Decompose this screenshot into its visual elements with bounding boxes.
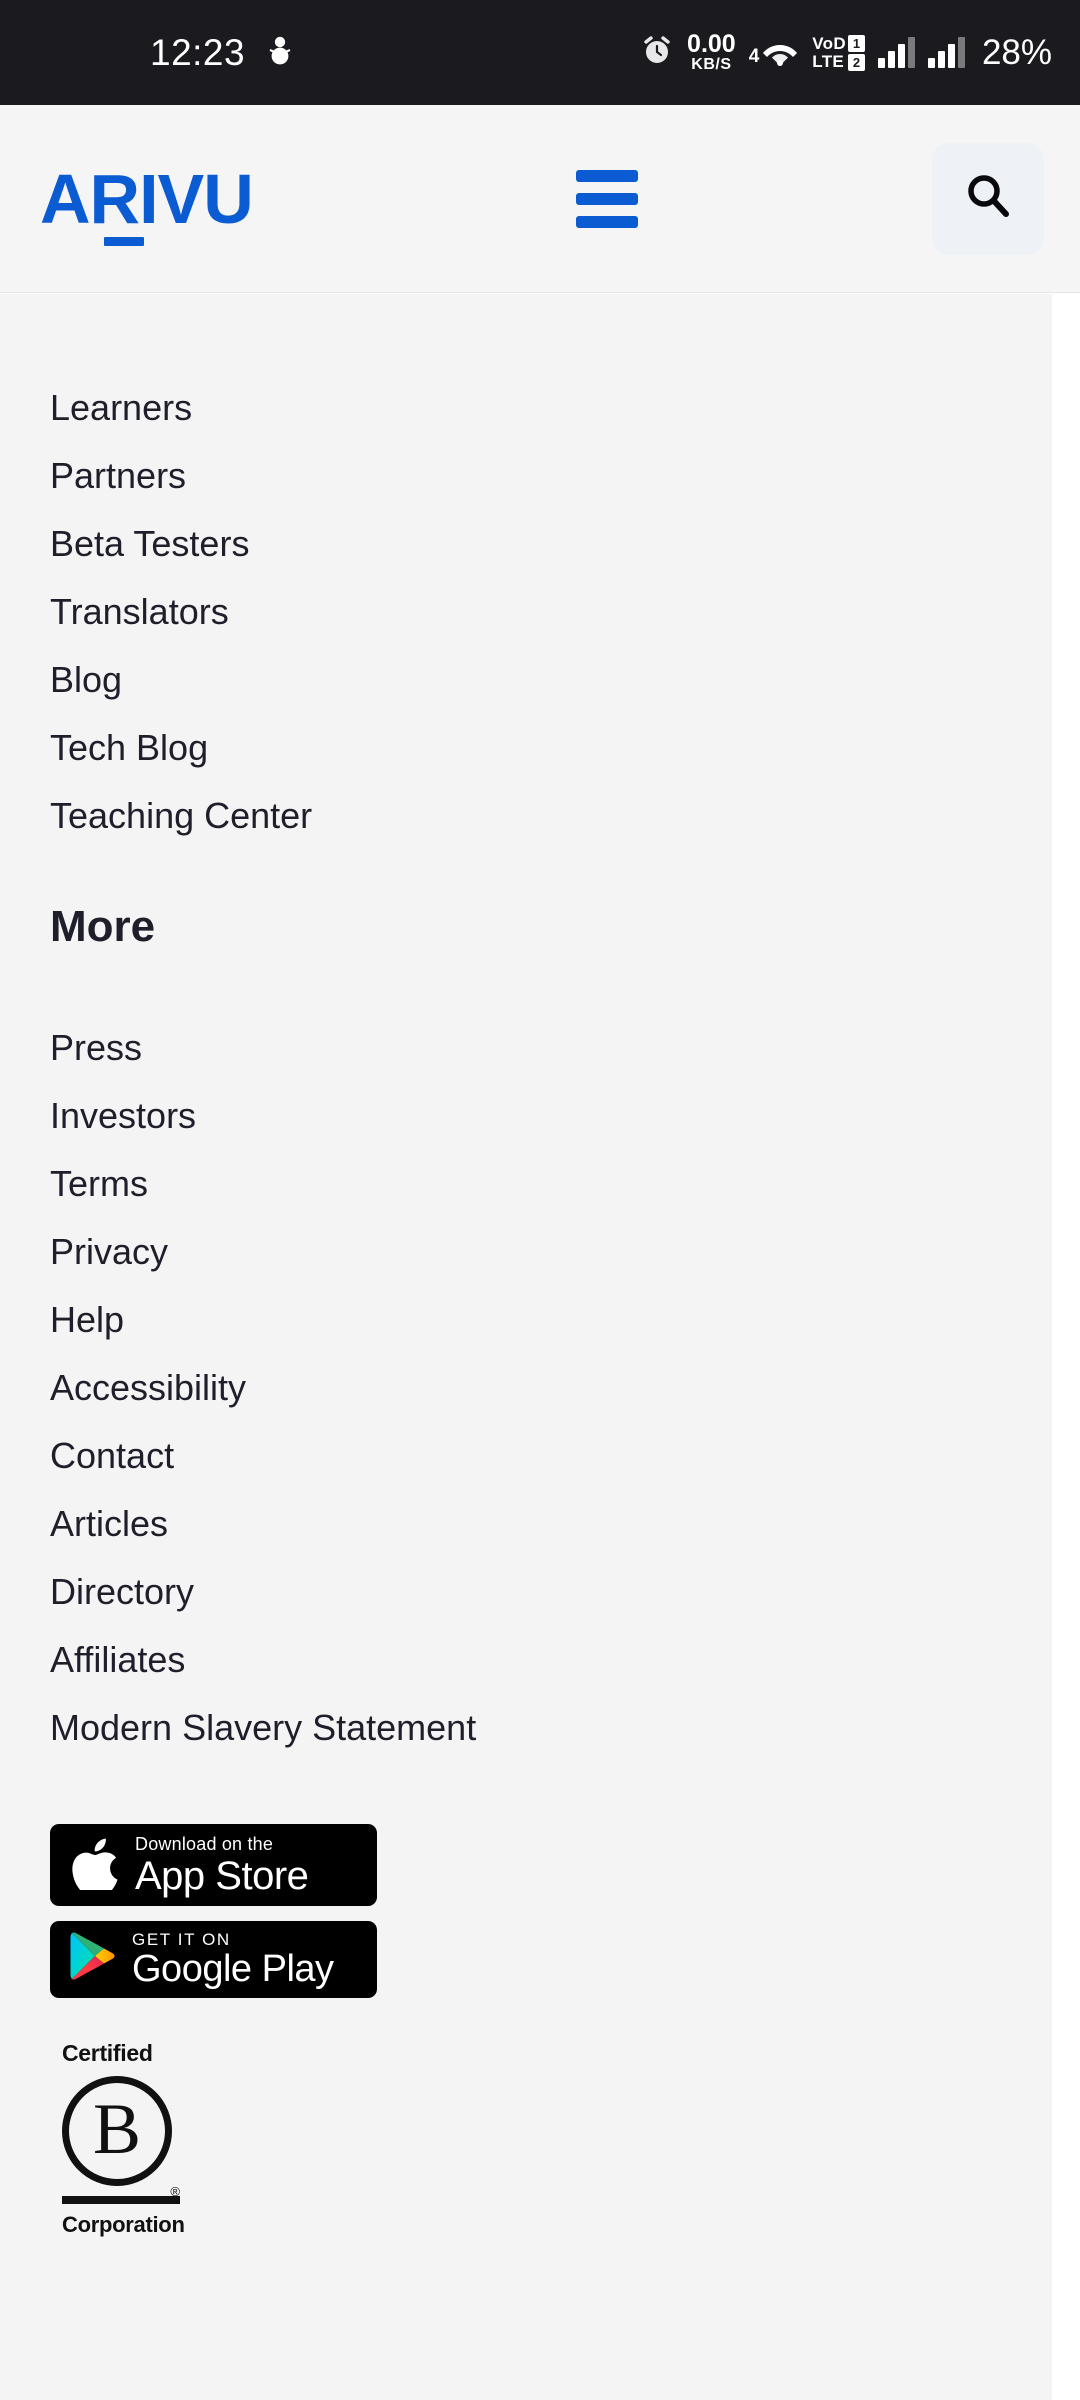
google-play-badge-title: Google Play	[132, 1948, 334, 1990]
bcorp-letter: B	[92, 2089, 142, 2169]
nav-link-directory[interactable]: Directory	[0, 1558, 1052, 1626]
nav-link-accessibility[interactable]: Accessibility	[0, 1354, 1052, 1422]
site-logo-text: ARIVU	[40, 159, 254, 238]
search-icon	[961, 169, 1015, 228]
google-play-badge[interactable]: GET IT ON Google Play	[50, 1921, 377, 1998]
nav-link-help[interactable]: Help	[0, 1286, 1052, 1354]
apple-logo-icon	[72, 1836, 118, 1895]
nav-link-contact[interactable]: Contact	[0, 1422, 1052, 1490]
wifi-band-label: 4	[748, 45, 760, 67]
b-corporation-logo[interactable]: Certified B ® Corporation	[0, 2040, 185, 2238]
nav-link-blog[interactable]: Blog	[0, 646, 1052, 714]
bcorp-circle-icon: B	[62, 2076, 172, 2186]
hamburger-bar	[576, 192, 638, 205]
sim2-badge: 2	[847, 53, 865, 71]
nav-link-learners[interactable]: Learners	[0, 374, 1052, 442]
app-store-badge-subtitle: Download on the	[135, 1833, 274, 1854]
phone-screen: 12:23 0.00 KB/S 4 VoD LTE 1 2 28% ARIVU …	[0, 0, 1080, 2400]
app-header: ARIVU	[0, 105, 1080, 293]
nav-link-teaching-center[interactable]: Teaching Center	[0, 782, 1052, 850]
footer-nav-page: Learners Partners Beta Testers Translato…	[0, 294, 1052, 2400]
nav-link-affiliates[interactable]: Affiliates	[0, 1626, 1052, 1694]
signal-icon	[877, 36, 915, 68]
nav-link-partners[interactable]: Partners	[0, 442, 1052, 510]
hamburger-menu-icon[interactable]	[570, 164, 644, 234]
more-link-list: Press Investors Terms Privacy Help Acces…	[0, 1014, 1052, 1762]
search-button[interactable]	[932, 142, 1044, 255]
network-speed-value: 0.00	[687, 30, 736, 58]
nav-link-modern-slavery-statement[interactable]: Modern Slavery Statement	[0, 1694, 1052, 1762]
alarm-clock-icon	[640, 33, 674, 72]
bcorp-certified-label: Certified	[62, 2040, 153, 2066]
signal-icon	[927, 36, 965, 68]
volte-line2: LTE	[812, 51, 845, 71]
hamburger-bar	[576, 215, 638, 228]
google-play-badge-subtitle: GET IT ON	[132, 1930, 231, 1949]
volte-icon: VoD LTE 1 2	[812, 33, 865, 71]
google-play-icon	[68, 1931, 116, 1988]
bcorp-divider-bar: ®	[62, 2184, 180, 2204]
network-speed-unit: KB/S	[691, 56, 732, 73]
status-bar: 12:23 0.00 KB/S 4 VoD LTE 1 2 28%	[0, 0, 1080, 105]
sim1-badge: 1	[847, 34, 865, 52]
nav-link-translators[interactable]: Translators	[0, 578, 1052, 646]
hamburger-bar	[576, 169, 638, 182]
app-store-badge-title: App Store	[135, 1853, 309, 1898]
snowman-icon	[267, 34, 293, 71]
bcorp-corporation-label: Corporation	[62, 2212, 185, 2237]
bcorp-registered-mark: ®	[170, 2184, 180, 2199]
logo-underline-accent	[104, 236, 144, 246]
nav-link-investors[interactable]: Investors	[0, 1082, 1052, 1150]
nav-link-terms[interactable]: Terms	[0, 1150, 1052, 1218]
store-badges: Download on the App Store GET IT ON Goog…	[0, 1824, 1052, 1998]
community-link-list: Learners Partners Beta Testers Translato…	[0, 374, 1052, 850]
battery-percentage: 28%	[981, 32, 1052, 72]
nav-link-articles[interactable]: Articles	[0, 1490, 1052, 1558]
status-bar-right: 0.00 KB/S 4 VoD LTE 1 2 28%	[640, 32, 1052, 73]
clock-time: 12:23	[150, 31, 246, 73]
status-bar-left: 12:23	[0, 32, 293, 74]
app-store-badge[interactable]: Download on the App Store	[50, 1824, 377, 1906]
nav-link-beta-testers[interactable]: Beta Testers	[0, 510, 1052, 578]
wifi-icon: 4	[749, 38, 800, 68]
nav-link-privacy[interactable]: Privacy	[0, 1218, 1052, 1286]
nav-link-press[interactable]: Press	[0, 1014, 1052, 1082]
section-heading-more: More	[50, 902, 156, 951]
nav-link-tech-blog[interactable]: Tech Blog	[0, 714, 1052, 782]
site-logo[interactable]: ARIVU	[40, 159, 254, 246]
volte-line1: VoD	[812, 33, 846, 53]
network-speed: 0.00 KB/S	[687, 32, 736, 73]
